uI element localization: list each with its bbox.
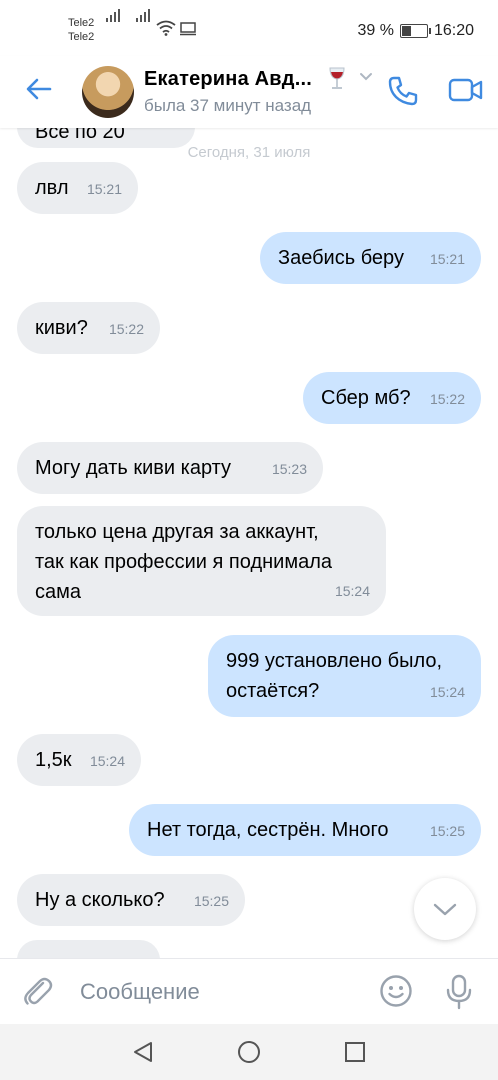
message-time: 15:23 bbox=[271, 461, 307, 477]
chevron-down-icon bbox=[433, 903, 457, 916]
message-bubble-incoming[interactable]: Ну а сколько? 15:25 bbox=[17, 874, 245, 926]
message-time: 15:25 bbox=[429, 823, 465, 839]
message-composer: Сообщение bbox=[0, 958, 498, 1025]
message-time: 15:24 bbox=[89, 753, 125, 769]
carrier-1: Tele2 bbox=[68, 17, 95, 29]
video-camera-icon[interactable] bbox=[448, 76, 484, 104]
carrier-2: Tele2 bbox=[68, 31, 95, 43]
message-bubble-incoming[interactable]: киви? 15:22 bbox=[17, 302, 160, 354]
message-time: 15:22 bbox=[108, 321, 144, 337]
message-bubble-outgoing[interactable]: Нет тогда, сестрён. Много 15:25 bbox=[129, 804, 481, 856]
chat-header: Екатерина Авд... была 37 минут назад bbox=[0, 56, 498, 128]
message-time: 15:24 bbox=[334, 583, 370, 599]
chevron-down-icon[interactable] bbox=[358, 70, 374, 82]
battery-percent: 39 % bbox=[357, 22, 394, 39]
system-navigation-bar bbox=[0, 1024, 498, 1080]
smile-icon[interactable] bbox=[379, 974, 413, 1008]
message-bubble-incoming[interactable]: только цена другая за аккаунт, так как п… bbox=[17, 506, 386, 616]
message-time: 15:22 bbox=[429, 391, 465, 407]
avatar[interactable] bbox=[82, 66, 134, 118]
message-bubble-incoming[interactable]: Все по 20 15:21 bbox=[17, 128, 195, 148]
contact-name[interactable]: Екатерина Авд... bbox=[144, 68, 312, 91]
message-text: Могу дать киви карту bbox=[35, 457, 232, 479]
message-text: 999 установлено было, остаётся? bbox=[226, 650, 443, 702]
scroll-down-button[interactable] bbox=[414, 878, 476, 940]
microphone-icon[interactable] bbox=[444, 974, 474, 1010]
message-time: 15:24 bbox=[429, 684, 465, 700]
clock: 16:20 bbox=[433, 22, 474, 39]
message-text: Нет тогда, сестрён. Много bbox=[147, 819, 389, 841]
message-bubble-incoming[interactable]: Могу дать киви карту 15:23 bbox=[17, 442, 323, 494]
message-text: только цена другая за аккаунт, так как п… bbox=[35, 521, 332, 603]
nav-home-icon[interactable] bbox=[237, 1040, 261, 1064]
paperclip-icon[interactable] bbox=[22, 975, 54, 1009]
wine-glass-icon bbox=[329, 67, 345, 89]
message-bubble-outgoing[interactable]: 999 установлено было, остаётся? 15:24 bbox=[208, 635, 481, 717]
battery-icon bbox=[399, 24, 431, 38]
message-time: 15:21 bbox=[144, 128, 179, 138]
last-seen-status: была 37 минут назад bbox=[144, 96, 312, 115]
nav-back-icon[interactable] bbox=[131, 1040, 155, 1064]
nav-recents-icon[interactable] bbox=[343, 1040, 367, 1064]
message-bubble-partial[interactable] bbox=[17, 940, 160, 958]
message-bubble-incoming[interactable]: лвл 15:21 bbox=[17, 162, 138, 214]
phone-icon[interactable] bbox=[386, 74, 420, 108]
message-list[interactable]: Сегодня, 31 июля Все по 20 15:21 лвл 15:… bbox=[0, 128, 498, 958]
status-bar: Tele2 Tele2 39 % 16:20 bbox=[0, 0, 498, 56]
screen-cast-icon bbox=[180, 22, 196, 36]
message-bubble-incoming[interactable]: 1,5к 15:24 bbox=[17, 734, 141, 786]
back-arrow-icon[interactable] bbox=[22, 72, 56, 106]
message-time: 15:21 bbox=[86, 181, 122, 197]
message-bubble-outgoing[interactable]: Сбер мб? 15:22 bbox=[303, 372, 481, 424]
status-right: 39 % 16:20 bbox=[357, 22, 474, 40]
carrier-labels: Tele2 Tele2 bbox=[68, 16, 94, 44]
message-time: 15:21 bbox=[429, 251, 465, 267]
wifi-icon bbox=[156, 20, 176, 36]
message-bubble-outgoing[interactable]: Заебись беру 15:21 bbox=[260, 232, 481, 284]
message-input[interactable]: Сообщение bbox=[80, 979, 200, 1005]
message-time: 15:25 bbox=[193, 893, 229, 909]
